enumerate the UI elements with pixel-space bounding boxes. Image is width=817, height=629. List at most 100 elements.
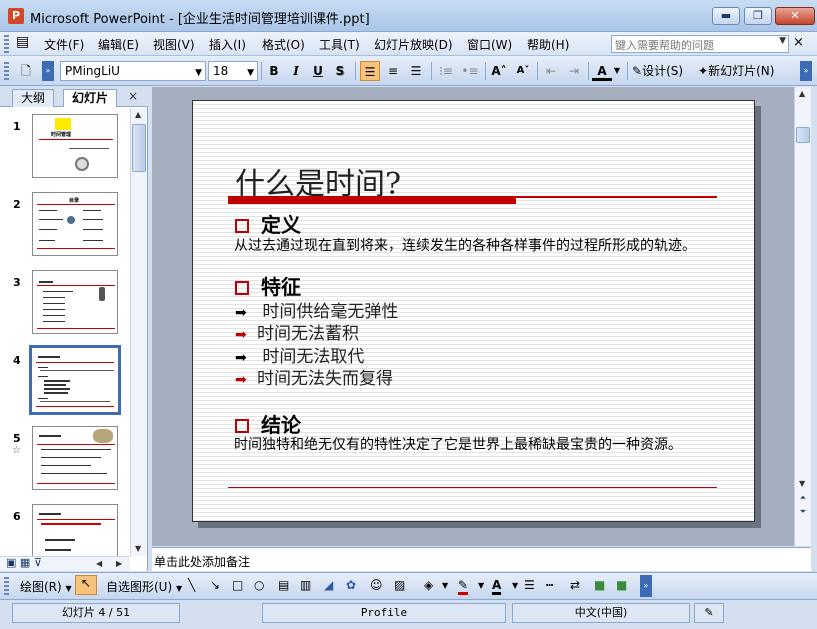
toolbar-options-icon[interactable]: » (42, 61, 54, 81)
slideshow-view-icon[interactable]: ⊽ (34, 556, 42, 569)
new-slide-button[interactable]: ✦新幻灯片(N) (698, 61, 774, 81)
chevron-down-icon[interactable]: ▼ (478, 581, 484, 590)
close-icon[interactable]: × (128, 89, 138, 103)
rectangle-icon[interactable]: □ (232, 578, 243, 592)
chevron-down-icon[interactable]: ▼ (442, 581, 448, 590)
chevron-down-icon[interactable]: ▼ (612, 61, 622, 81)
chevron-down-icon[interactable]: ▼ (779, 36, 786, 46)
slide-thumbnail-selected[interactable] (29, 345, 121, 415)
decrease-indent-icon[interactable]: ⇤ (541, 61, 561, 81)
align-left-icon[interactable]: ☰ (360, 61, 380, 81)
slide-thumbnail[interactable] (32, 270, 118, 334)
select-objects-icon[interactable]: ↖ (75, 575, 97, 595)
dash-style-icon[interactable]: ┅ (546, 578, 553, 592)
help-search-input[interactable]: 键入需要帮助的问题 ▼ (611, 35, 789, 53)
line-icon[interactable]: ╲ (188, 578, 195, 592)
font-name-select[interactable]: PMingLiU ▼ (60, 61, 206, 81)
arrow-style-icon[interactable]: ⇄ (570, 578, 580, 592)
scroll-down-icon[interactable]: ▼ (135, 544, 141, 553)
increase-indent-icon[interactable]: ⇥ (564, 61, 584, 81)
oval-icon[interactable]: ○ (254, 578, 264, 592)
toolbar-options-icon[interactable]: » (800, 61, 812, 81)
font-color-icon[interactable]: A (592, 61, 612, 81)
tab-slides[interactable]: 幻灯片 (63, 89, 118, 107)
menu-file[interactable]: 文件(F) (44, 36, 84, 53)
vertical-textbox-icon[interactable]: ▥ (300, 578, 311, 592)
menu-format[interactable]: 格式(O) (262, 36, 305, 53)
font-size-select[interactable]: 18 ▼ (208, 61, 258, 81)
feature-bullet-4[interactable]: ➡ 时间无法失而复得 (235, 364, 393, 389)
decrease-font-icon[interactable]: A˅ (513, 61, 533, 81)
diagram-icon[interactable]: ✿ (346, 578, 356, 592)
draw-menu-button[interactable]: 绘图(R) ▼ (20, 578, 72, 595)
shadow-style-icon[interactable]: ■ (594, 578, 605, 592)
toolbar-options-icon[interactable]: » (640, 575, 652, 597)
menu-tools[interactable]: 工具(T) (319, 36, 360, 53)
shadow-button[interactable]: S (330, 61, 350, 81)
scrollbar-thumb[interactable] (132, 124, 146, 172)
underline-button[interactable]: U (308, 61, 328, 81)
notes-placeholder[interactable]: 单击此处添加备注 (154, 553, 250, 570)
menu-window[interactable]: 窗口(W) (467, 36, 512, 53)
menu-edit[interactable]: 编辑(E) (98, 36, 139, 53)
feature-bullet-2[interactable]: ➡ 时间无法蓄积 (235, 319, 359, 344)
bullets-icon[interactable]: •≡ (460, 61, 480, 81)
slide-sorter-view-icon[interactable]: ▦ (20, 556, 30, 569)
slide-thumbnail[interactable] (32, 504, 118, 556)
current-slide[interactable]: 什么是时间? 定义 从过去通过现在直到将来，连续发生的各种各样事件的过程所形成的… (192, 100, 755, 522)
next-slide-icon[interactable]: ⏷ (796, 507, 810, 520)
scroll-up-icon[interactable]: ▲ (799, 89, 805, 98)
picture-icon[interactable]: ▨ (394, 578, 405, 592)
align-right-icon[interactable]: ☰ (406, 61, 426, 81)
line-style-icon[interactable]: ☰ (524, 578, 535, 592)
menu-insert[interactable]: 插入(I) (209, 36, 246, 53)
line-color-icon[interactable]: ✎ (458, 578, 469, 595)
close-button[interactable]: ✕ (775, 7, 815, 25)
design-button[interactable]: ✎设计(S) (632, 61, 683, 81)
autoshapes-button[interactable]: 自选图形(U) ▼ (106, 578, 182, 595)
fill-color-icon[interactable]: ◈ (424, 578, 433, 592)
font-color-icon[interactable]: A (492, 578, 502, 595)
maximize-button[interactable]: ❐ (744, 7, 772, 25)
toolbar-grip[interactable] (4, 577, 9, 595)
bold-button[interactable]: B (264, 61, 284, 81)
slide-thumbnail[interactable]: 时间管理 (32, 114, 118, 178)
previous-slide-icon[interactable]: ⏶ (796, 493, 810, 506)
menu-help[interactable]: 帮助(H) (527, 36, 569, 53)
align-center-icon[interactable]: ≡ (383, 61, 403, 81)
chevron-down-icon[interactable]: ▼ (195, 65, 202, 81)
spelling-check-icon[interactable]: ✎ (694, 603, 724, 623)
scroll-down-icon[interactable]: ▼ (799, 479, 805, 488)
toolbar-grip[interactable] (4, 62, 9, 80)
menu-grip[interactable] (4, 35, 9, 53)
wordart-icon[interactable]: ◢ (324, 578, 333, 592)
menu-view[interactable]: 视图(V) (153, 36, 195, 53)
clipart-icon[interactable]: ☺ (370, 578, 383, 592)
menu-slideshow[interactable]: 幻灯片放映(D) (374, 36, 453, 53)
new-document-icon[interactable]: 🗋 (16, 61, 36, 81)
scrollbar-thumb[interactable] (796, 127, 810, 143)
doc-menu-icon[interactable]: ▤ (16, 34, 29, 50)
minimize-button[interactable]: ▬ (712, 7, 740, 25)
section-heading-features[interactable]: 特征 (235, 271, 301, 300)
scroll-left-icon[interactable]: ◀ (96, 559, 102, 568)
numbering-icon[interactable]: ⁝≡ (436, 61, 456, 81)
increase-font-icon[interactable]: A˄ (489, 61, 509, 81)
textbox-icon[interactable]: ▤ (278, 578, 289, 592)
slide-thumbnail[interactable] (32, 426, 118, 490)
3d-style-icon[interactable]: ■ (616, 578, 627, 592)
definition-text[interactable]: 从过去通过现在直到将来，连续发生的各种各样事件的过程所形成的轨迹。 (234, 235, 696, 255)
chevron-down-icon[interactable]: ▼ (247, 65, 254, 81)
italic-button[interactable]: I (286, 61, 306, 81)
arrow-icon[interactable]: ↘ (210, 578, 220, 592)
notes-pane[interactable]: 单击此处添加备注 (152, 547, 811, 571)
slide-vertical-scrollbar[interactable]: ▲ ▼ ⏶ ⏷ (794, 87, 811, 546)
slides-panel-vertical-scrollbar[interactable]: ▲ ▼ (130, 108, 147, 556)
conclusion-text[interactable]: 时间独特和绝无仅有的特性决定了它是世界上最稀缺最宝贵的一种资源。 (234, 434, 682, 454)
scroll-up-icon[interactable]: ▲ (135, 110, 141, 119)
tab-outline[interactable]: 大纲 (12, 89, 55, 107)
scroll-right-icon[interactable]: ▶ (116, 559, 122, 568)
normal-view-icon[interactable]: ▣ (6, 556, 16, 569)
slide-thumbnail[interactable]: 目录 (32, 192, 118, 256)
chevron-down-icon[interactable]: ▼ (512, 581, 518, 590)
